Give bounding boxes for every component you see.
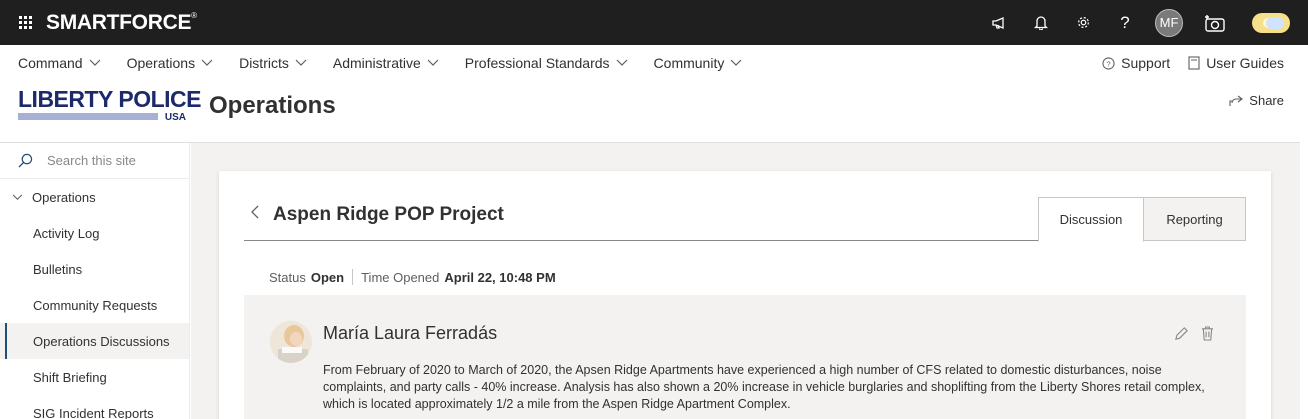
help-glyph: ? — [1120, 12, 1130, 32]
time-opened-label: Time Opened — [361, 269, 440, 285]
discussion-post: María Laura Ferradás From February of 20… — [244, 295, 1246, 419]
share-icon — [1229, 95, 1244, 106]
nav-item-label: Command — [18, 55, 83, 71]
share-label: Share — [1249, 93, 1284, 108]
book-icon — [1188, 56, 1200, 70]
left-nav-item-operations-discussions[interactable]: Operations Discussions — [0, 323, 189, 359]
site-logo[interactable]: LIBERTY POLICE USA — [18, 86, 202, 126]
nav-item-community[interactable]: Community — [654, 55, 743, 71]
time-opened-value: April 22, 10:48 PM — [444, 269, 556, 285]
status-label: Status — [269, 269, 306, 285]
author-avatar[interactable] — [270, 321, 312, 363]
back-button[interactable] — [251, 205, 260, 219]
suite-bar: SMARTFORCE® ? MF — [0, 0, 1308, 45]
nav-item-label: Administrative — [332, 55, 421, 71]
user-guides-link[interactable]: User Guides — [1188, 55, 1284, 71]
nav-item-districts[interactable]: Districts — [239, 55, 307, 71]
camera-icon[interactable] — [1192, 0, 1238, 45]
chevron-down-icon — [295, 59, 307, 67]
avatar[interactable]: MF — [1146, 0, 1192, 45]
chevron-down-icon — [427, 59, 439, 67]
theme-toggle[interactable] — [1252, 12, 1290, 33]
support-label: Support — [1121, 55, 1171, 71]
help-circle-icon: ? — [1102, 56, 1115, 70]
status-value: Open — [310, 269, 345, 285]
search-input[interactable]: Search this site — [47, 153, 136, 168]
left-nav-item-sig-incident-reports[interactable]: SIG Incident Reports — [0, 395, 189, 419]
left-nav-item-bulletins[interactable]: Bulletins — [0, 251, 189, 287]
post-body: From February of 2020 to March of 2020, … — [323, 363, 1205, 411]
tab-reporting[interactable]: Reporting — [1143, 197, 1246, 241]
hub-navigation: Command Operations Districts Administrat… — [0, 45, 1308, 81]
nav-item-professional-standards[interactable]: Professional Standards — [465, 55, 628, 71]
tab-discussion[interactable]: Discussion — [1038, 197, 1144, 242]
chevron-down-icon — [730, 59, 742, 67]
chevron-left-icon — [251, 205, 259, 219]
logo-bar — [18, 113, 158, 120]
logo-text: LIBERTY POLICE — [18, 86, 202, 112]
user-guides-label: User Guides — [1206, 55, 1284, 71]
left-nav-item-activity-log[interactable]: Activity Log — [0, 215, 189, 251]
content-area: Aspen Ridge POP Project Discussion Repor… — [191, 143, 1300, 419]
site-title[interactable]: Operations — [209, 92, 336, 120]
chevron-down-icon — [616, 59, 628, 67]
status-row: Status Open Time Opened April 22, 10:48 … — [269, 269, 556, 285]
nav-item-label: Community — [653, 55, 725, 71]
nav-item-label: Professional Standards — [464, 55, 610, 71]
chevron-down-icon — [201, 59, 213, 67]
nav-item-label: Districts — [239, 55, 289, 71]
app-launcher-icon[interactable] — [19, 16, 32, 29]
discussion-card: Aspen Ridge POP Project Discussion Repor… — [219, 171, 1271, 419]
status-divider — [352, 269, 354, 285]
bell-icon[interactable] — [1020, 0, 1062, 45]
nav-item-administrative[interactable]: Administrative — [333, 55, 439, 71]
brand-name: SMARTFORCE — [46, 10, 192, 34]
megaphone-icon[interactable] — [978, 0, 1020, 45]
logo-sub: USA — [164, 112, 186, 123]
chevron-down-icon — [89, 59, 101, 67]
author-name: María Laura Ferradás — [323, 323, 498, 343]
page-title: Aspen Ridge POP Project — [273, 204, 504, 225]
nav-item-label: Operations — [126, 55, 196, 71]
gear-icon[interactable] — [1062, 0, 1104, 45]
search-icon — [18, 153, 33, 168]
edit-icon[interactable] — [1174, 326, 1189, 341]
nav-group-operations[interactable]: Operations — [0, 179, 189, 215]
avatar-initials: MF — [1155, 8, 1183, 37]
brand-mark: ® — [191, 10, 197, 20]
share-button[interactable]: Share — [1229, 93, 1284, 108]
support-link[interactable]: ? Support — [1102, 55, 1170, 71]
cloud-icon — [1266, 16, 1284, 29]
nav-item-command[interactable]: Command — [18, 55, 101, 71]
nav-item-operations[interactable]: Operations — [127, 55, 213, 71]
search-box[interactable]: Search this site — [0, 143, 189, 179]
chevron-down-icon — [12, 194, 23, 200]
left-navigation: Search this site Operations Activity Log… — [0, 143, 190, 419]
svg-text:?: ? — [1107, 59, 1111, 68]
left-nav-item-shift-briefing[interactable]: Shift Briefing — [0, 359, 189, 395]
left-nav-item-community-requests[interactable]: Community Requests — [0, 287, 189, 323]
delete-icon[interactable] — [1201, 326, 1214, 341]
brand-logo[interactable]: SMARTFORCE® — [46, 11, 197, 35]
nav-group-label: Operations — [32, 189, 96, 205]
help-icon[interactable]: ? — [1104, 0, 1146, 45]
tab-underline — [244, 240, 1041, 241]
